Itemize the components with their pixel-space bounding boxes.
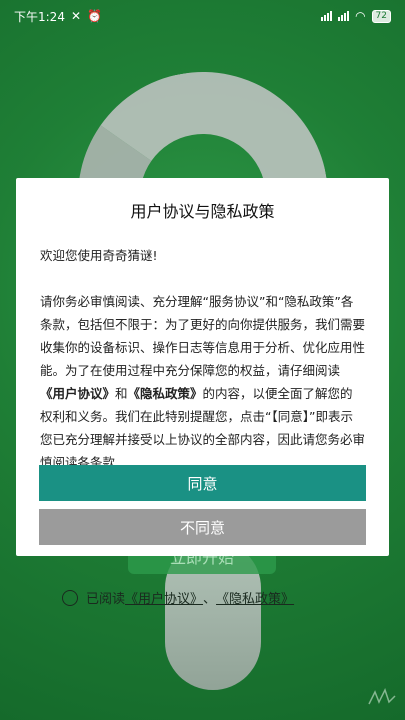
user-agreement-inline-link[interactable]: 《用户协议》 xyxy=(40,386,115,401)
agreement-paragraph: 请你务必审慎阅读、充分理解“服务协议”和“隐私政策”各条款，包括但不限于：为了更… xyxy=(40,290,365,466)
and-text: 和 xyxy=(115,386,128,401)
disagree-button[interactable]: 不同意 xyxy=(39,509,366,545)
paragraph-start: 请你务必审慎阅读、充分理解“服务协议”和“隐私政策”各条款，包括但不限于：为了更… xyxy=(40,294,365,378)
privacy-policy-inline-link[interactable]: 《隐私政策》 xyxy=(128,386,203,401)
dialog-title: 用户协议与隐私政策 xyxy=(130,202,275,221)
dialog-body[interactable]: 欢迎您使用奇奇猜谜! 请你务必审慎阅读、充分理解“服务协议”和“隐私政策”各条款… xyxy=(40,244,365,466)
agree-button[interactable]: 同意 xyxy=(39,465,366,501)
agreement-dialog: 用户协议与隐私政策 欢迎您使用奇奇猜谜! 请你务必审慎阅读、充分理解“服务协议”… xyxy=(16,178,389,556)
greeting-text: 欢迎您使用奇奇猜谜! xyxy=(40,248,158,263)
